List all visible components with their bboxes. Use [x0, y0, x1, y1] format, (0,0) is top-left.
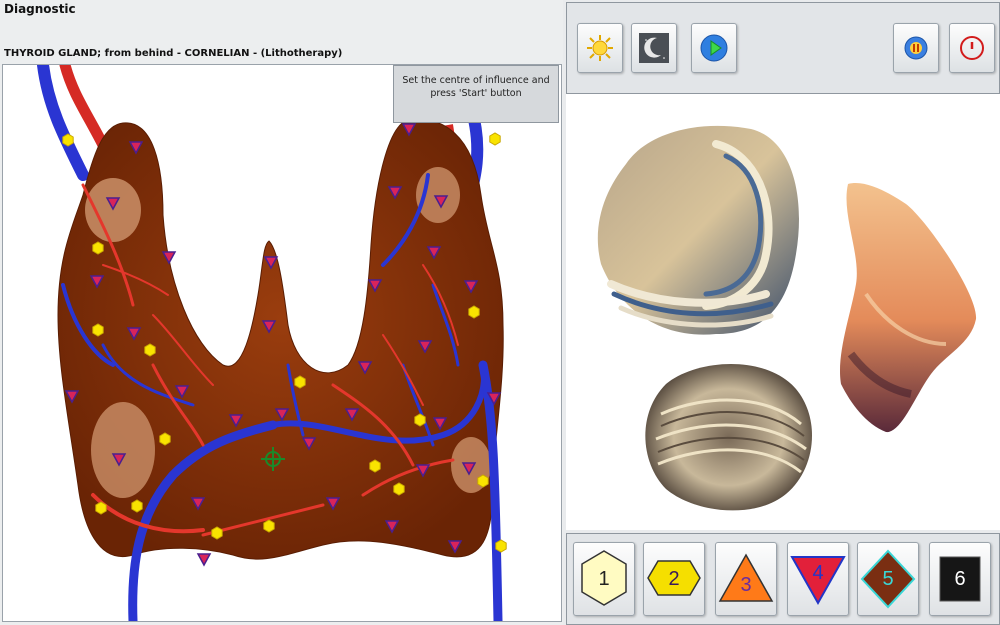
- level-3-label: 3: [740, 573, 752, 596]
- level-2-button[interactable]: 2: [643, 542, 705, 616]
- sun-button[interactable]: [577, 23, 623, 73]
- level-3-button[interactable]: 3: [715, 542, 777, 616]
- diagnostic-pane: Diagnostic THYROID GLAND; from behind - …: [0, 0, 563, 625]
- hexagon-marker-icon: [211, 526, 223, 540]
- power-button[interactable]: [949, 23, 995, 73]
- pause-icon: [904, 36, 928, 60]
- hexagon-marker-icon: [263, 519, 275, 533]
- hexagon-marker-icon: [92, 323, 104, 337]
- stone-images: [566, 94, 1000, 530]
- control-pane: 1 2 3 4 5 6: [566, 0, 1000, 625]
- triangle-marker-icon: [196, 553, 212, 567]
- hexagon-marker-icon: [131, 499, 143, 513]
- hexagon-marker-icon: [477, 474, 489, 488]
- carnelian-stone: [839, 183, 977, 433]
- hexagon-marker-icon: [62, 133, 74, 147]
- instruction-tooltip: Set the centre of influence and press 'S…: [393, 65, 559, 123]
- hexagon-marker-icon: [369, 459, 381, 473]
- level-2-label: 2: [668, 567, 680, 590]
- hexagon-marker-icon: [414, 413, 426, 427]
- level-1-label: 1: [598, 567, 610, 590]
- hexagon-marker-icon: [495, 539, 507, 553]
- toolbar: [566, 2, 1000, 94]
- level-4-label: 4: [812, 561, 824, 584]
- hexagon-marker-icon: [144, 343, 156, 357]
- hexagon-marker-icon: [92, 241, 104, 255]
- agate-stone-2: [645, 364, 813, 511]
- hexagon-marker-icon: [159, 432, 171, 446]
- power-icon: [960, 36, 984, 60]
- level-5-button[interactable]: 5: [857, 542, 919, 616]
- level-6-button[interactable]: 6: [929, 542, 991, 616]
- level-selector: 1 2 3 4 5 6: [566, 533, 1000, 625]
- hexagon-marker-icon: [468, 305, 480, 319]
- hexagon-marker-icon: [489, 132, 501, 146]
- moon-icon: [639, 33, 669, 63]
- level-6-label: 6: [954, 567, 966, 590]
- start-button[interactable]: [691, 23, 737, 73]
- agate-stone-1: [597, 125, 799, 335]
- hexagon-marker-icon: [393, 482, 405, 496]
- hexagon-marker-icon: [294, 375, 306, 389]
- level-4-button[interactable]: 4: [787, 542, 849, 616]
- anatomy-viewport[interactable]: Set the centre of influence and press 'S…: [2, 64, 562, 622]
- hexagon-marker-icon: [95, 501, 107, 515]
- moon-button[interactable]: [631, 23, 677, 73]
- app-title: Diagnostic: [4, 2, 76, 16]
- subject-title: THYROID GLAND; from behind - CORNELIAN -…: [4, 48, 343, 59]
- thyroid-illustration[interactable]: [3, 65, 561, 621]
- sun-icon: [587, 35, 613, 61]
- pause-button[interactable]: [893, 23, 939, 73]
- level-1-button[interactable]: 1: [573, 542, 635, 616]
- play-icon: [700, 34, 728, 62]
- level-5-label: 5: [882, 567, 894, 590]
